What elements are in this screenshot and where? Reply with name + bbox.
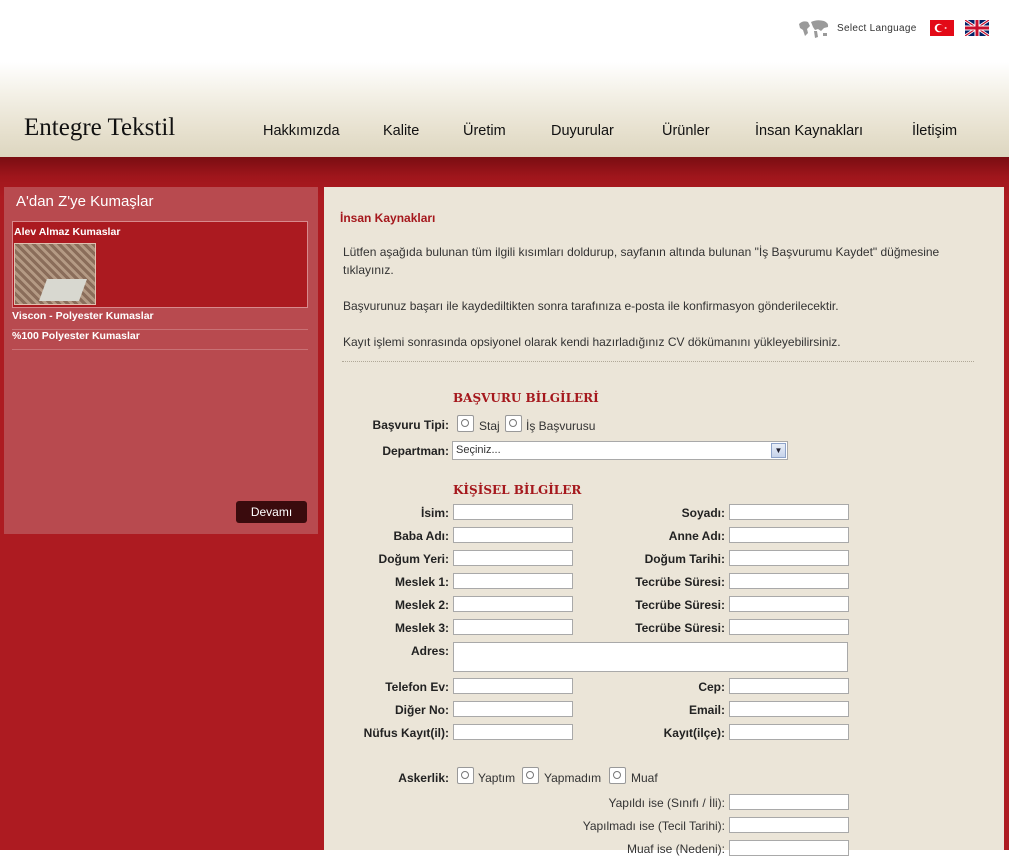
experience-1-input[interactable] (729, 573, 849, 589)
military-done-detail-label: Yapıldı ise (Sınıfı / İli): (608, 796, 725, 810)
address-textarea[interactable] (453, 642, 848, 672)
first-name-label: İsim: (420, 506, 449, 520)
birthplace-input[interactable] (453, 550, 573, 566)
experience-1-label: Tecrübe Süresi: (635, 575, 725, 589)
birthplace-label: Doğum Yeri: (378, 552, 449, 566)
application-type-internship-radio[interactable] (457, 415, 474, 432)
experience-3-label: Tecrübe Süresi: (635, 621, 725, 635)
nav-item-about[interactable]: Hakkımızda (263, 123, 340, 139)
military-postponed-detail-input[interactable] (729, 817, 849, 833)
mobile-input[interactable] (729, 678, 849, 694)
sidebar-link-viscon[interactable]: Viscon - Polyester Kumaslar (12, 310, 308, 330)
featured-item-label[interactable]: Alev Almaz Kumaslar (14, 226, 120, 238)
home-phone-label: Telefon Ev: (385, 680, 449, 694)
fabric-thumbnail[interactable] (14, 243, 96, 305)
experience-2-label: Tecrübe Süresi: (635, 598, 725, 612)
other-phone-label: Diğer No: (395, 703, 449, 717)
application-type-internship-label: Staj (479, 419, 500, 433)
military-done-radio[interactable] (457, 767, 474, 784)
military-not-done-label: Yapmadım (544, 771, 602, 785)
military-label: Askerlik: (398, 771, 449, 785)
email-input[interactable] (729, 701, 849, 717)
intro-paragraph-3: Kayıt işlemi sonrasında opsiyonel olarak… (343, 335, 841, 349)
department-label: Departman: (382, 444, 449, 458)
nav-item-announcements[interactable]: Duyurular (551, 123, 614, 139)
father-name-label: Baba Adı: (393, 529, 449, 543)
father-name-input[interactable] (453, 527, 573, 543)
experience-2-input[interactable] (729, 596, 849, 612)
registry-district-label: Kayıt(ilçe): (663, 726, 725, 740)
world-map-icon (799, 20, 829, 38)
profession-3-label: Meslek 3: (394, 621, 449, 635)
sidebar-featured-item[interactable]: Alev Almaz Kumaslar (12, 221, 308, 308)
military-exempt-detail-label: Muaf ise (Nedeni): (626, 842, 725, 856)
surname-input[interactable] (729, 504, 849, 520)
registry-district-input[interactable] (729, 724, 849, 740)
uk-flag-icon[interactable] (965, 20, 989, 36)
nav-item-quality[interactable]: Kalite (383, 123, 419, 139)
profession-1-input[interactable] (453, 573, 573, 589)
chevron-down-icon[interactable]: ▼ (771, 443, 786, 458)
birth-date-input[interactable] (729, 550, 849, 566)
mother-name-input[interactable] (729, 527, 849, 543)
nav-item-products[interactable]: Ürünler (662, 123, 710, 139)
department-select[interactable]: Seçiniz... ▼ (452, 441, 788, 460)
application-type-label: Başvuru Tipi: (372, 418, 449, 432)
department-selected-value: Seçiniz... (456, 444, 501, 456)
address-label: Adres: (410, 644, 449, 658)
mobile-label: Cep: (698, 680, 725, 694)
turkish-flag-icon[interactable] (930, 20, 954, 36)
surname-label: Soyadı: (681, 506, 725, 520)
application-type-job-radio[interactable] (505, 415, 522, 432)
profession-1-label: Meslek 1: (394, 575, 449, 589)
military-postponed-detail-label: Yapılmadı ise (Tecil Tarihi): (582, 819, 725, 833)
nav-item-contact[interactable]: İletişim (912, 123, 957, 139)
select-language-label: Select Language (837, 23, 917, 34)
profession-2-label: Meslek 2: (394, 598, 449, 612)
home-phone-input[interactable] (453, 678, 573, 694)
military-done-label: Yaptım (478, 771, 516, 785)
military-not-done-radio[interactable] (522, 767, 539, 784)
first-name-input[interactable] (453, 504, 573, 520)
nav-item-production[interactable]: Üretim (463, 123, 506, 139)
application-section-title: BAŞVURU BİLGİLERİ (453, 391, 599, 405)
birth-date-label: Doğum Tarihi: (644, 552, 725, 566)
divider (342, 361, 974, 362)
intro-paragraph-1: Lütfen aşağıda bulunan tüm ilgili kısıml… (343, 245, 940, 277)
registry-province-label: Nüfus Kayıt(il): (363, 726, 449, 740)
intro-paragraph-2: Başvurunuz başarı ile kaydediltikten son… (343, 299, 839, 313)
more-button[interactable]: Devamı (236, 501, 307, 523)
application-type-job-label: İş Başvurusu (526, 419, 596, 433)
nav-item-human-resources[interactable]: İnsan Kaynakları (755, 123, 863, 139)
sidebar: A'dan Z'ye Kumaşlar Alev Almaz Kumaslar … (4, 187, 318, 534)
personal-section-title: KİŞİSEL BİLGİLER (453, 483, 582, 497)
site-logo[interactable]: Entegre Tekstil (24, 114, 175, 142)
sidebar-link-polyester[interactable]: %100 Polyester Kumaslar (12, 330, 308, 350)
page-title: İnsan Kaynakları (340, 211, 436, 225)
main-content: İnsan Kaynakları Lütfen aşağıda bulunan … (324, 187, 1004, 856)
military-exempt-detail-input[interactable] (729, 840, 849, 856)
mother-name-label: Anne Adı: (668, 529, 725, 543)
military-done-detail-input[interactable] (729, 794, 849, 810)
military-exempt-radio[interactable] (609, 767, 626, 784)
site-header: Select Language Entegre Tekstil Hakkımız… (0, 0, 1009, 157)
profession-2-input[interactable] (453, 596, 573, 612)
profession-3-input[interactable] (453, 619, 573, 635)
registry-province-input[interactable] (453, 724, 573, 740)
sidebar-title: A'dan Z'ye Kumaşlar (16, 193, 154, 210)
experience-3-input[interactable] (729, 619, 849, 635)
other-phone-input[interactable] (453, 701, 573, 717)
military-exempt-label: Muaf (631, 771, 658, 785)
email-label: Email: (688, 703, 725, 717)
